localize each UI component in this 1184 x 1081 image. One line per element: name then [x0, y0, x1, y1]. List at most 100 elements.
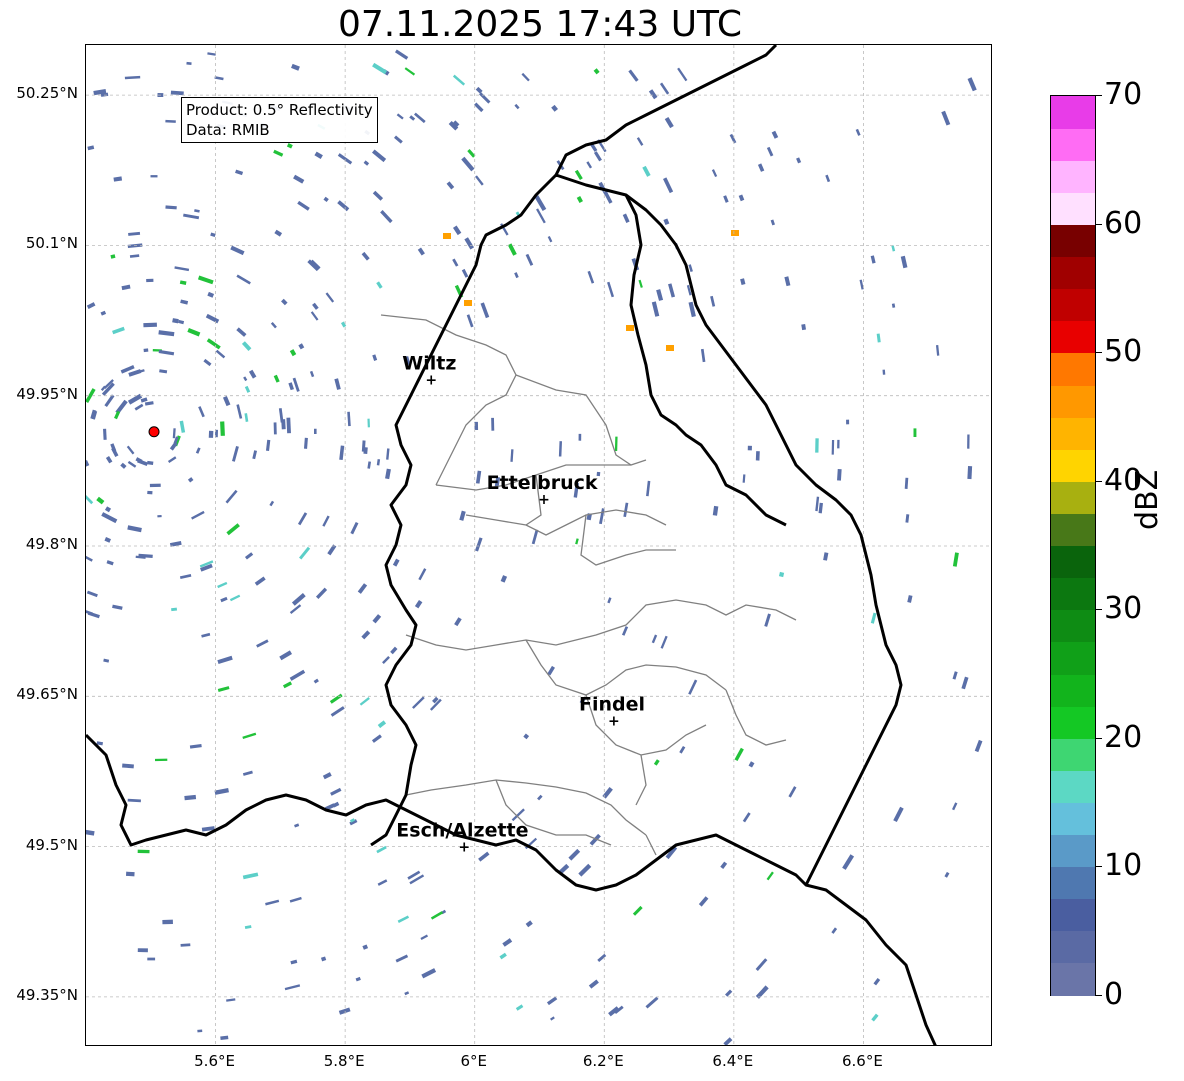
colorbar-tick-label: 60	[1104, 205, 1143, 241]
product-info-box: Product: 0.5° Reflectivity Data: RMIB	[181, 97, 378, 143]
echo-cell	[315, 587, 328, 599]
echo-cell	[663, 218, 670, 226]
echo-cell	[303, 437, 308, 449]
echo-cell	[454, 617, 462, 627]
colorbar-segment	[1051, 706, 1095, 739]
echo-cell	[323, 196, 329, 203]
echo-cell	[515, 1004, 524, 1011]
echo-cell	[525, 920, 533, 928]
echo-cell	[143, 322, 157, 328]
echo-cell	[198, 406, 205, 418]
echo-cell	[412, 696, 425, 709]
echo-cell	[265, 899, 280, 906]
echo-cell	[120, 462, 127, 469]
echo-cell	[952, 552, 959, 567]
echo-cell	[100, 310, 107, 316]
product-label: Product: 0.5° Reflectivity	[186, 101, 373, 119]
echo-cell	[214, 788, 229, 795]
echo-cell	[309, 370, 315, 378]
echo-cell	[143, 348, 149, 353]
y-tick-label: 49.95°N	[16, 384, 78, 403]
echo-cell	[292, 377, 300, 392]
echo-cell	[137, 948, 148, 953]
echo-cell	[274, 229, 283, 237]
city-marker-icon: +	[458, 840, 470, 856]
echo-cell	[207, 52, 216, 56]
echo-cell	[628, 69, 639, 82]
echo-cell	[514, 103, 520, 110]
colorbar-tick-mark	[1096, 223, 1102, 225]
echo-cell	[350, 521, 359, 535]
echo-cell	[660, 635, 668, 649]
echo-cell	[248, 369, 257, 379]
echo-cell	[510, 449, 514, 462]
echo-cell	[86, 302, 96, 309]
echo-cell	[86, 553, 93, 562]
echo-cell	[551, 104, 559, 112]
echo-cell	[461, 268, 469, 278]
echo-cell	[757, 163, 765, 172]
colorbar-segment	[1051, 577, 1095, 611]
echo-cell	[205, 313, 220, 324]
echo-cell	[891, 245, 896, 252]
echo-cell	[855, 128, 861, 136]
echo-cell	[179, 420, 186, 433]
x-tick-label: 5.6°E	[194, 1052, 235, 1070]
echo-cell	[871, 1013, 879, 1022]
echo-cell	[337, 200, 350, 212]
colorbar-tick-mark	[1096, 480, 1102, 482]
echo-cell	[289, 896, 302, 903]
echo-cell	[491, 417, 495, 431]
echo-cell	[766, 871, 774, 881]
echo-cell	[614, 436, 618, 452]
echo-cell	[771, 130, 779, 139]
echo-cell	[230, 245, 245, 256]
echo-cell	[171, 607, 178, 612]
echo-cell	[870, 612, 877, 624]
y-tick-label: 49.35°N	[16, 985, 78, 1004]
echo-cell	[452, 225, 462, 236]
echo-cell	[367, 461, 372, 469]
map-canvas: +Wiltz+Ettelbruck+Findel+Esch/Alzette	[86, 45, 991, 1045]
echo-cell	[174, 266, 190, 272]
echo-cell	[146, 278, 154, 283]
echo-cell	[104, 394, 115, 408]
echo-cell	[361, 630, 371, 640]
echo-cell	[294, 823, 300, 828]
colorbar-segment	[1051, 930, 1095, 964]
colorbar-segment	[1051, 352, 1095, 386]
echo-cell	[385, 468, 391, 480]
echo-cell	[466, 314, 474, 328]
echo-cell	[831, 927, 838, 934]
colorbar-label: dBZ	[1130, 469, 1165, 530]
echo-cell	[376, 281, 383, 289]
echo-cell	[114, 410, 121, 420]
echo-cell	[514, 272, 519, 279]
x-tick-label: 5.8°E	[323, 1052, 365, 1070]
echo-cell	[104, 536, 111, 543]
echo-cell	[338, 1007, 351, 1015]
city-label: Findel	[579, 693, 645, 715]
echo-cell	[226, 523, 240, 536]
echo-cell	[273, 374, 280, 383]
y-tick-label: 49.8°N	[25, 535, 78, 553]
echo-cell	[587, 270, 595, 284]
echo-cell	[372, 614, 382, 624]
radar-map[interactable]: + Wiltz + Ettelbruck + Findel + Esch/Alzette Pr…	[85, 44, 992, 1046]
echo-cell	[392, 558, 400, 567]
echo-cell	[86, 491, 94, 505]
echo-cell	[194, 209, 200, 213]
echo-cell	[339, 445, 345, 461]
echo-cell	[367, 418, 370, 428]
colorbar-segment	[1051, 288, 1095, 322]
echo-cell	[134, 403, 144, 411]
echo-cell	[124, 75, 141, 80]
echo-cell	[382, 656, 390, 664]
colorbar-segment	[1051, 673, 1095, 707]
echo-cell	[158, 330, 175, 337]
echo-cell	[363, 160, 370, 166]
echo-cell	[215, 349, 226, 359]
chart-title: 07.11.2025 17:43 UTC	[337, 4, 743, 45]
echo-cell	[550, 1016, 555, 1021]
echo-cell	[172, 318, 179, 324]
